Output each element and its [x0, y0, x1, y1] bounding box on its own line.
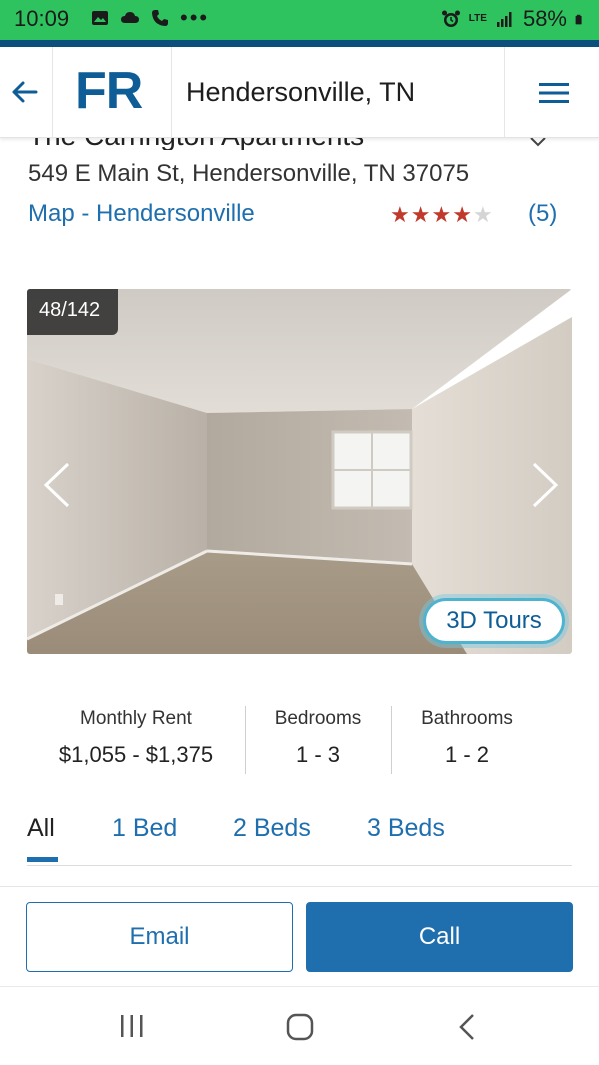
tab-2-beds[interactable]: 2 Beds — [233, 814, 311, 843]
system-nav-bar — [0, 986, 599, 1065]
star-filled-icon: ★ — [410, 202, 432, 227]
star-filled-icon: ★ — [452, 202, 473, 227]
home-icon[interactable] — [286, 1013, 314, 1041]
more-notifications-dots: ••• — [180, 5, 210, 30]
recent-apps-icon[interactable] — [118, 1013, 146, 1039]
back-icon[interactable] — [456, 1013, 478, 1041]
cloud-icon — [121, 12, 139, 23]
star-filled-icon: ★ — [390, 202, 411, 227]
rent-summary: Monthly Rent $1,055 - $1,375 Bedrooms 1 … — [27, 706, 572, 776]
stat-bedrooms: Bedrooms 1 - 3 — [245, 706, 391, 776]
active-tab-indicator — [27, 857, 58, 862]
battery-icon — [575, 14, 582, 25]
lte-indicator: LTE — [468, 13, 487, 24]
menu-button[interactable] — [504, 47, 599, 138]
status-bar: 10:09 ••• LTE 58% — [0, 0, 599, 40]
stat-label: Bathrooms — [421, 708, 513, 729]
divider — [0, 886, 599, 887]
forrent-logo: FR — [75, 62, 143, 120]
tab-all[interactable]: All — [27, 814, 55, 843]
phone-icon — [152, 10, 168, 26]
chevron-right-icon[interactable] — [528, 460, 562, 510]
chevron-left-icon[interactable] — [40, 460, 74, 510]
tab-3-beds[interactable]: 3 Beds — [367, 814, 445, 843]
header-accent-bar — [0, 40, 599, 47]
stat-label: Bedrooms — [274, 708, 362, 729]
logo-button[interactable]: FR — [52, 47, 172, 138]
alarm-icon — [441, 10, 460, 27]
map-link[interactable]: Map - Hendersonville — [28, 200, 255, 228]
reviews-count-link[interactable]: (5) — [528, 200, 557, 228]
stat-value: 1 - 3 — [295, 742, 341, 767]
star-filled-icon: ★ — [431, 202, 453, 227]
status-time: 10:09 — [14, 6, 70, 31]
location-selector[interactable]: Hendersonville, TN — [186, 77, 415, 108]
call-button[interactable]: Call — [306, 902, 573, 972]
image-icon — [92, 11, 108, 25]
app-header: FR Hendersonville, TN — [0, 47, 599, 138]
stat-monthly-rent: Monthly Rent $1,055 - $1,375 — [27, 706, 245, 776]
3d-tours-button[interactable]: 3D Tours — [423, 598, 565, 644]
back-arrow-icon[interactable] — [8, 75, 42, 109]
hamburger-menu-icon — [539, 83, 569, 103]
photo-counter: 48/142 — [27, 289, 118, 335]
tab-1-bed[interactable]: 1 Bed — [112, 814, 177, 843]
signal-icon — [496, 12, 512, 27]
stat-value: 1 - 2 — [444, 742, 490, 767]
star-rating[interactable]: ★★★★★ — [390, 202, 494, 228]
property-title: The Carrington Apartments — [28, 138, 488, 150]
battery-percent: 58% — [522, 6, 567, 31]
floorplan-tabs: All 1 Bed 2 Beds 3 Beds — [27, 812, 572, 866]
stat-label: Monthly Rent — [80, 708, 192, 729]
stat-bathrooms: Bathrooms 1 - 2 — [391, 706, 543, 776]
star-empty-icon: ★ — [472, 202, 494, 227]
property-address: 549 E Main St, Hendersonville, TN 37075 — [28, 160, 470, 187]
stat-value: $1,055 - $1,375 — [58, 742, 214, 767]
email-button[interactable]: Email — [26, 902, 293, 972]
